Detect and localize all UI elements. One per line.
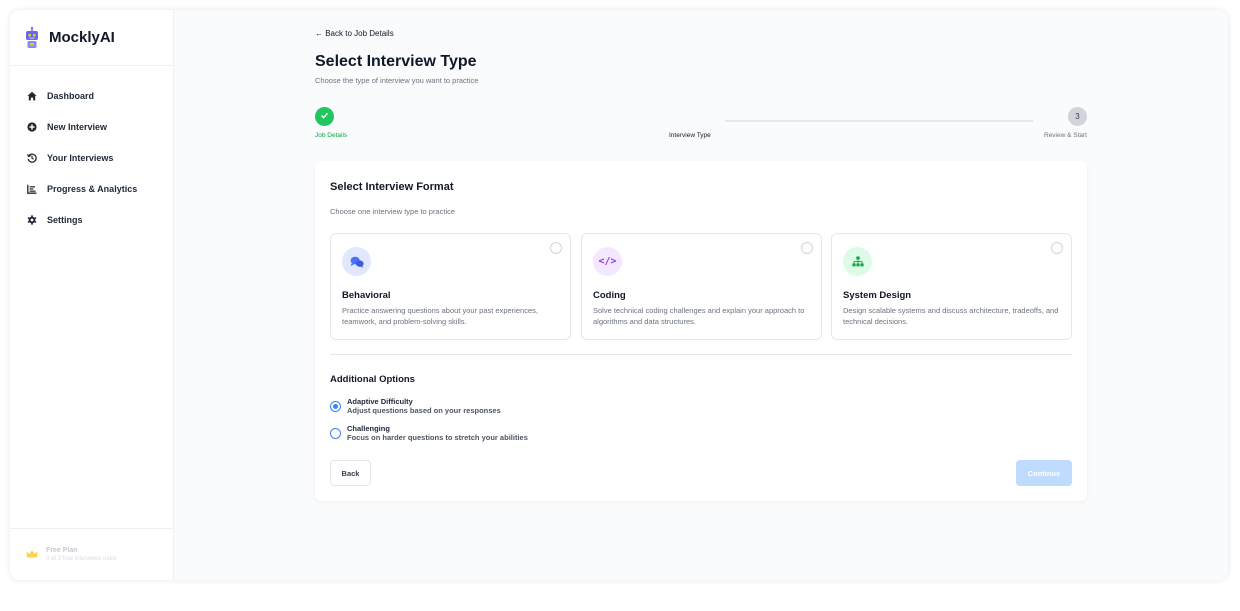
sitemap-icon bbox=[843, 247, 872, 276]
type-title: Coding bbox=[593, 290, 626, 301]
option-label: Adaptive Difficulty bbox=[347, 397, 413, 406]
brand[interactable]: MocklyAI bbox=[10, 10, 173, 66]
step-label-interview-type: Interview Type bbox=[669, 132, 711, 139]
chart-icon bbox=[26, 184, 38, 194]
sidebar-item-progress-analytics[interactable]: Progress & Analytics bbox=[10, 173, 173, 204]
type-card-behavioral[interactable]: Behavioral Practice answering questions … bbox=[330, 233, 571, 340]
gear-icon bbox=[26, 214, 38, 225]
step-number-review: 3 bbox=[1068, 107, 1087, 126]
step-job-details-check bbox=[315, 107, 334, 126]
type-description: Solve technical coding challenges and ex… bbox=[593, 306, 805, 326]
type-title: System Design bbox=[843, 290, 912, 301]
page-subtitle: Choose the type of interview you want to… bbox=[315, 76, 479, 85]
type-card-coding[interactable]: </> Coding Solve technical coding challe… bbox=[581, 233, 822, 340]
history-icon bbox=[26, 153, 38, 163]
plan-title: Free Plan bbox=[46, 547, 78, 554]
plan-subtitle: 0 of 3 free interviews used bbox=[46, 556, 117, 562]
radio-challenging[interactable] bbox=[330, 427, 341, 439]
home-icon bbox=[26, 91, 38, 101]
continue-button[interactable]: Continue bbox=[1016, 460, 1072, 486]
option-description: Focus on harder questions to stretch you… bbox=[347, 433, 528, 442]
sidebar-item-label: Settings bbox=[47, 214, 83, 225]
additional-options-title: Additional Options bbox=[330, 374, 415, 385]
step-label-review-start: Review & Start bbox=[1044, 132, 1087, 139]
type-card-system-design[interactable]: System Design Design scalable systems an… bbox=[831, 233, 1072, 340]
sidebar-item-label: New Interview bbox=[47, 121, 108, 132]
radio-adaptive-difficulty[interactable] bbox=[330, 400, 341, 412]
back-button[interactable]: Back bbox=[330, 460, 371, 486]
option-challenging[interactable]: Challenging Focus on harder questions to… bbox=[330, 424, 528, 442]
type-description: Practice answering questions about your … bbox=[342, 306, 538, 326]
option-text: Adaptive Difficulty Adjust questions bas… bbox=[347, 397, 501, 415]
sidebar-item-label: Dashboard bbox=[47, 90, 95, 101]
section-subtitle: Choose one interview type to practice bbox=[330, 207, 456, 216]
page-title: Select Interview Type bbox=[315, 53, 477, 70]
option-description: Adjust questions based on your responses bbox=[347, 406, 501, 415]
plus-circle-icon bbox=[26, 121, 38, 132]
sidebar-nav: Dashboard New Interview Your Interviews … bbox=[10, 66, 173, 235]
code-icon: </> bbox=[593, 247, 622, 276]
sidebar-item-dashboard[interactable]: Dashboard bbox=[10, 80, 173, 111]
stepper-connector bbox=[725, 120, 1033, 122]
section-title: Select Interview Format bbox=[330, 181, 454, 193]
sidebar: MocklyAI Dashboard New Interview Your In… bbox=[10, 10, 174, 580]
section-divider bbox=[330, 354, 1072, 355]
option-adaptive-difficulty[interactable]: Adaptive Difficulty Adjust questions bas… bbox=[330, 397, 501, 415]
plan-info[interactable]: Free Plan 0 of 3 free interviews used bbox=[10, 528, 174, 580]
step-label-job-details: Job Details bbox=[315, 132, 348, 139]
check-icon bbox=[320, 111, 329, 122]
robot-icon bbox=[25, 26, 39, 49]
type-description: Design scalable systems and discuss arch… bbox=[843, 306, 1059, 326]
sidebar-item-label: Your Interviews bbox=[47, 152, 114, 163]
sidebar-item-label: Progress & Analytics bbox=[47, 183, 138, 194]
back-to-job-details-link[interactable]: ← Back to Job Details bbox=[315, 29, 394, 38]
app-window: MocklyAI Dashboard New Interview Your In… bbox=[10, 10, 1228, 580]
type-radio[interactable] bbox=[550, 242, 562, 254]
interview-format-card: Select Interview Format Choose one inter… bbox=[315, 161, 1087, 501]
option-label: Challenging bbox=[347, 424, 390, 433]
sidebar-item-settings[interactable]: Settings bbox=[10, 204, 173, 235]
sidebar-item-new-interview[interactable]: New Interview bbox=[10, 111, 173, 142]
type-title: Behavioral bbox=[342, 290, 391, 301]
type-radio[interactable] bbox=[1051, 242, 1063, 254]
progress-stepper: Job Details Interview Type 3 Review & St… bbox=[315, 107, 1087, 147]
main-content: ← Back to Job Details Select Interview T… bbox=[174, 10, 1228, 580]
plan-text: Free Plan 0 of 3 free interviews used bbox=[46, 547, 116, 562]
type-radio[interactable] bbox=[801, 242, 813, 254]
sidebar-item-your-interviews[interactable]: Your Interviews bbox=[10, 142, 173, 173]
option-text: Challenging Focus on harder questions to… bbox=[347, 424, 528, 442]
chat-bubbles-icon bbox=[342, 247, 371, 276]
app-name: MocklyAI bbox=[49, 29, 115, 46]
crown-icon bbox=[26, 546, 38, 564]
